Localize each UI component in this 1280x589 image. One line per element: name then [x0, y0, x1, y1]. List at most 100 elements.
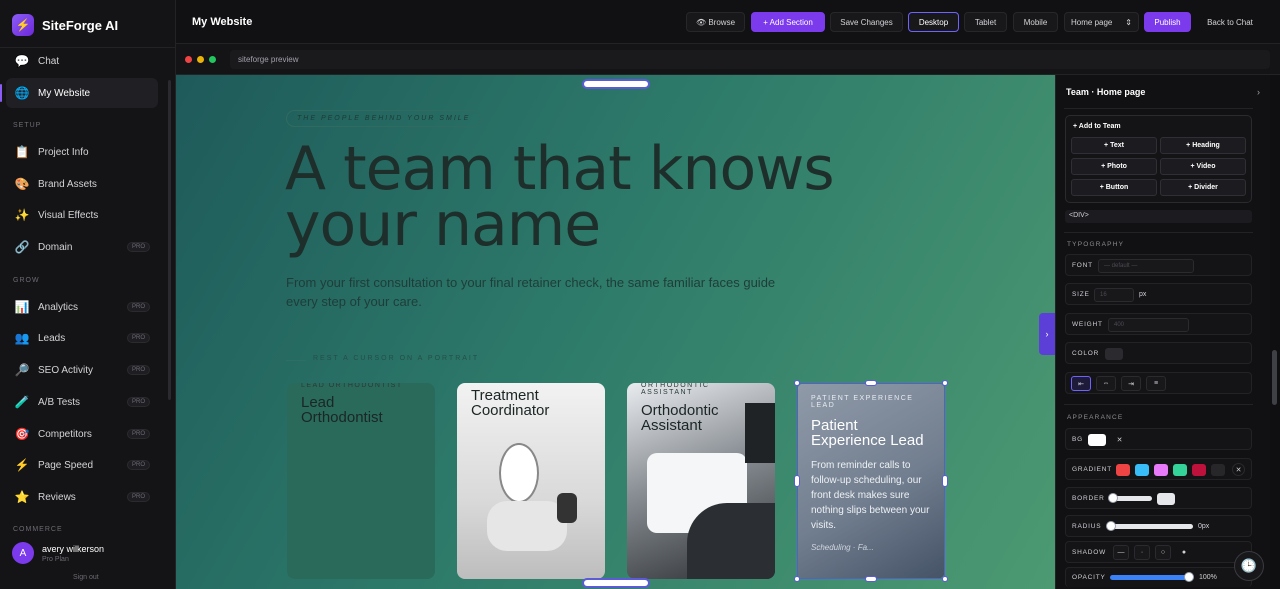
sidebar-item-my-website[interactable]: 🌐 My Website [0, 78, 158, 108]
align-row: ⇤ ⇔ ⇥ ≡ [1065, 372, 1252, 394]
divider [1064, 232, 1253, 233]
add-photo-button[interactable]: + Photo [1071, 158, 1157, 175]
brand[interactable]: ⚡ SiteForge AI [12, 14, 118, 36]
sidebar-item-reviews[interactable]: ⭐ Reviews PRO [6, 482, 158, 512]
font-row: FONT — default — [1065, 254, 1252, 276]
add-heading-button[interactable]: + Heading [1160, 137, 1246, 154]
opacity-label: OPACITY [1072, 574, 1106, 581]
shadow-none-icon[interactable]: — [1113, 545, 1129, 560]
page-scrollbar[interactable] [1272, 350, 1277, 405]
gradient-swatch-crimson[interactable] [1192, 464, 1206, 476]
sidebar-item-domain[interactable]: 🔗 Domain PRO [6, 232, 158, 262]
back-to-chat-button[interactable]: Back to Chat [1197, 12, 1263, 32]
radius-slider-knob[interactable] [1106, 521, 1116, 531]
resize-handle-sw[interactable] [794, 576, 800, 582]
weight-select[interactable]: 400 [1108, 318, 1189, 332]
team-card-treatment-coordinator[interactable]: Treatment Coordinator [457, 383, 605, 579]
pro-badge: PRO [126, 365, 150, 375]
team-subhead[interactable]: From your first consultation to your fin… [286, 273, 786, 311]
team-eyebrow[interactable]: THE PEOPLE BEHIND YOUR SMILE [286, 110, 482, 127]
align-right-icon[interactable]: ⇥ [1121, 376, 1141, 391]
resize-handle-nw[interactable] [794, 380, 800, 386]
sidebar-item-analytics[interactable]: 📊 Analytics PRO [6, 292, 158, 322]
sidebar-item-competitors[interactable]: 🎯 Competitors PRO [6, 419, 158, 449]
border-color-swatch[interactable] [1157, 493, 1175, 505]
divider [1064, 404, 1253, 405]
sidebar-item-label: SEO Activity [38, 364, 94, 376]
team-card-lead-orthodontist[interactable]: LEAD ORTHODONTIST Lead Orthodontist [287, 383, 435, 579]
radius-row: RADIUS 0px [1065, 515, 1252, 537]
opacity-slider-fill[interactable] [1110, 575, 1190, 580]
sidebar-item-visual-effects[interactable]: ✨ Visual Effects [6, 200, 158, 230]
shadow-medium-icon[interactable]: ○ [1155, 545, 1171, 560]
text-color-swatch[interactable] [1105, 348, 1123, 360]
team-headline[interactable]: A team that knows your name [285, 139, 845, 255]
chair-arm-shape [687, 503, 775, 579]
section-bottom-handle[interactable] [582, 578, 650, 588]
size-row: SIZE 16 px [1065, 283, 1252, 305]
shadow-small-icon[interactable]: · [1134, 545, 1150, 560]
radius-slider-track[interactable] [1108, 524, 1193, 529]
border-row: BORDER [1065, 487, 1252, 509]
clipboard-icon: 📋 [14, 145, 30, 159]
align-left-icon[interactable]: ⇤ [1071, 376, 1091, 391]
radius-label: RADIUS [1072, 523, 1102, 530]
device-desktop-button[interactable]: Desktop [908, 12, 959, 32]
app-root: ⚡ SiteForge AI 💬 Chat 🌐 My Website SETUP… [0, 0, 1280, 589]
resize-handle-se[interactable] [942, 576, 948, 582]
add-text-button[interactable]: + Text [1071, 137, 1157, 154]
history-clock-icon[interactable]: 🕒 [1234, 551, 1264, 581]
gradient-label: GRADIENT [1072, 466, 1112, 473]
resize-handle-e[interactable] [942, 475, 948, 487]
sidebar-item-chat[interactable]: 💬 Chat [6, 46, 158, 76]
clear-bg-icon[interactable]: ✕ [1113, 433, 1126, 446]
align-justify-icon[interactable]: ≡ [1146, 376, 1166, 391]
shadow-large-icon[interactable]: ● [1176, 545, 1192, 560]
section-top-handle[interactable] [582, 79, 650, 89]
add-divider-button[interactable]: + Divider [1160, 179, 1246, 196]
user-profile[interactable]: A avery wilkerson Pro Plan [12, 542, 104, 564]
sign-out-link[interactable]: Sign out [73, 574, 99, 581]
font-select[interactable]: — default — [1098, 259, 1194, 273]
bg-color-swatch[interactable] [1088, 434, 1106, 446]
gradient-swatch-dark[interactable] [1211, 464, 1225, 476]
browse-button[interactable]: 👁 Browse [686, 12, 745, 32]
add-button-button[interactable]: + Button [1071, 179, 1157, 196]
clear-gradient-icon[interactable]: ✕ [1232, 463, 1245, 476]
resize-handle-s[interactable] [865, 576, 877, 582]
sidebar-item-leads[interactable]: 👥 Leads PRO [6, 323, 158, 353]
publish-button[interactable]: Publish [1144, 12, 1191, 32]
team-card-orthodontic-assistant[interactable]: ORTHODONTIC ASSISTANT Orthodontic Assist… [627, 383, 775, 579]
sidebar-item-ab-tests[interactable]: 🧪 A/B Tests PRO [6, 387, 158, 417]
card-role: LEAD ORTHODONTIST [301, 383, 403, 389]
panel-toggle-chevron-icon[interactable]: › [1039, 313, 1055, 355]
add-video-button[interactable]: + Video [1160, 158, 1246, 175]
sidebar-scrollbar[interactable] [168, 80, 171, 400]
gradient-swatch-blue[interactable] [1135, 464, 1149, 476]
sidebar-item-page-speed[interactable]: ⚡ Page Speed PRO [6, 450, 158, 480]
chevron-right-icon[interactable]: › [1257, 87, 1260, 97]
device-mobile-button[interactable]: Mobile [1013, 12, 1058, 32]
sidebar-item-brand-assets[interactable]: 🎨 Brand Assets [6, 169, 158, 199]
device-tablet-button[interactable]: Tablet [964, 12, 1007, 32]
add-section-button[interactable]: + Add Section [751, 12, 825, 32]
inspector-title: Team · Home page [1066, 87, 1146, 97]
page-select[interactable]: Home page ⇕ [1064, 12, 1139, 32]
opacity-slider-knob[interactable] [1184, 572, 1194, 582]
save-changes-button[interactable]: Save Changes [830, 12, 903, 32]
resize-handle-w[interactable] [794, 475, 800, 487]
resize-handle-n[interactable] [865, 380, 877, 386]
border-slider-knob[interactable] [1108, 493, 1118, 503]
gradient-swatch-pink[interactable] [1154, 464, 1168, 476]
gradient-swatch-red[interactable] [1116, 464, 1130, 476]
sidebar-item-seo-activity[interactable]: 🔎 SEO Activity PRO [6, 355, 158, 385]
size-input[interactable]: 16 [1094, 288, 1134, 302]
gradient-swatch-green[interactable] [1173, 464, 1187, 476]
sidebar-item-label: Analytics [38, 301, 79, 313]
shadow-label: SHADOW [1072, 549, 1107, 556]
site-canvas[interactable]: THE PEOPLE BEHIND YOUR SMILE A team that… [176, 75, 1055, 589]
align-center-icon[interactable]: ⇔ [1096, 376, 1116, 391]
resize-handle-ne[interactable] [942, 380, 948, 386]
sidebar-item-project-info[interactable]: 📋 Project Info [6, 137, 158, 167]
pro-badge: PRO [126, 492, 150, 502]
